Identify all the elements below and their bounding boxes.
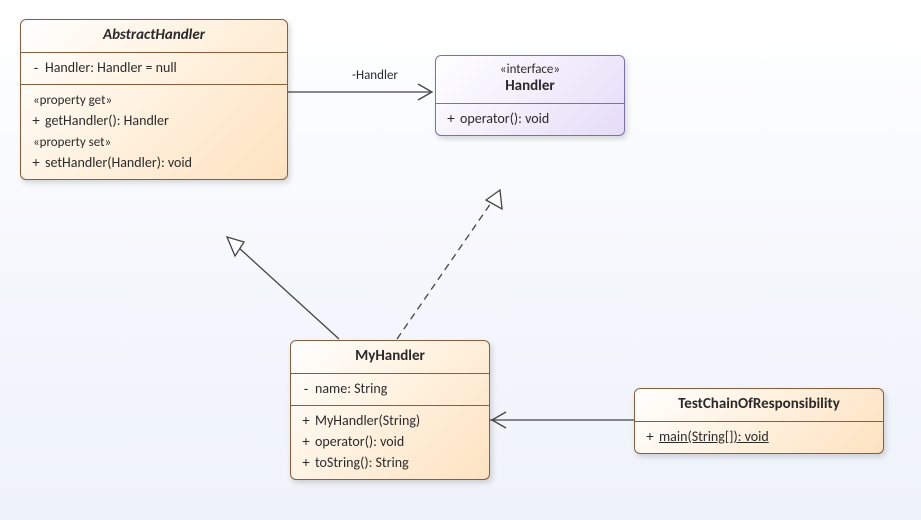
visibility: + — [641, 428, 659, 444]
class-abstracthandler-ops: «property get» + getHandler(): Handler «… — [21, 84, 287, 179]
visibility: + — [442, 110, 460, 126]
class-abstracthandler: AbstractHandler - Handler: Handler = nul… — [20, 19, 288, 180]
edge-myhandler-to-abstract — [227, 237, 339, 339]
visibility: + — [27, 154, 45, 170]
class-handler: «interface» Handler + operator(): void — [435, 55, 625, 136]
attr-row: - name: String — [291, 378, 489, 399]
class-myhandler-ops: + MyHandler(String) + operator(): void +… — [291, 405, 489, 479]
stereotype-line: «property get» — [21, 89, 287, 110]
op-row: + operator(): void — [291, 431, 489, 452]
class-testcor-ops: + main(String[]): void — [635, 422, 883, 453]
class-abstracthandler-head: AbstractHandler — [21, 20, 287, 53]
op-row: + MyHandler(String) — [291, 410, 489, 431]
visibility: - — [297, 380, 315, 396]
visibility: + — [297, 433, 315, 449]
class-myhandler: MyHandler - name: String + MyHandler(Str… — [290, 340, 490, 480]
op-row: + toString(): String — [291, 452, 489, 473]
attr-row: - Handler: Handler = null — [21, 57, 287, 78]
stereotype-line: «property set» — [21, 131, 287, 152]
class-myhandler-name: MyHandler — [355, 347, 425, 365]
arrowhead-association — [418, 84, 432, 100]
visibility: + — [297, 412, 315, 428]
visibility: - — [27, 59, 45, 75]
op-row: + operator(): void — [436, 108, 624, 129]
class-myhandler-attrs: - name: String — [291, 374, 489, 405]
signature: getHandler(): Handler — [45, 112, 279, 129]
signature: name: String — [315, 380, 481, 397]
signature: toString(): String — [315, 454, 481, 471]
arrowhead-generalization — [227, 237, 244, 256]
class-testcor-name: TestChainOfResponsibility — [678, 395, 840, 413]
signature: setHandler(Handler): void — [45, 154, 279, 171]
class-handler-name: Handler — [505, 77, 555, 95]
op-row: + main(String[]): void — [635, 426, 883, 447]
op-row: + getHandler(): Handler — [21, 110, 287, 131]
signature: main(String[]): void — [659, 428, 875, 445]
op-row: + setHandler(Handler): void — [21, 152, 287, 173]
class-abstracthandler-name: AbstractHandler — [103, 26, 205, 44]
class-handler-stereotype: «interface» — [446, 62, 614, 77]
class-myhandler-head: MyHandler — [291, 341, 489, 374]
class-handler-head: «interface» Handler — [436, 56, 624, 104]
visibility: + — [27, 112, 45, 128]
class-testcor-head: TestChainOfResponsibility — [635, 389, 883, 422]
signature: operator(): void — [460, 110, 616, 127]
visibility: + — [297, 454, 315, 470]
signature: MyHandler(String) — [315, 412, 481, 429]
edge-myhandler-to-handler — [397, 190, 500, 339]
arrowhead-dependency — [492, 412, 506, 428]
signature: operator(): void — [315, 433, 481, 450]
edge-label-handler: -Handler — [352, 68, 398, 83]
arrowhead-realization — [486, 190, 502, 209]
class-handler-ops: + operator(): void — [436, 104, 624, 135]
class-abstracthandler-attrs: - Handler: Handler = null — [21, 53, 287, 84]
class-testcor: TestChainOfResponsibility + main(String[… — [634, 388, 884, 454]
signature: Handler: Handler = null — [45, 59, 279, 76]
